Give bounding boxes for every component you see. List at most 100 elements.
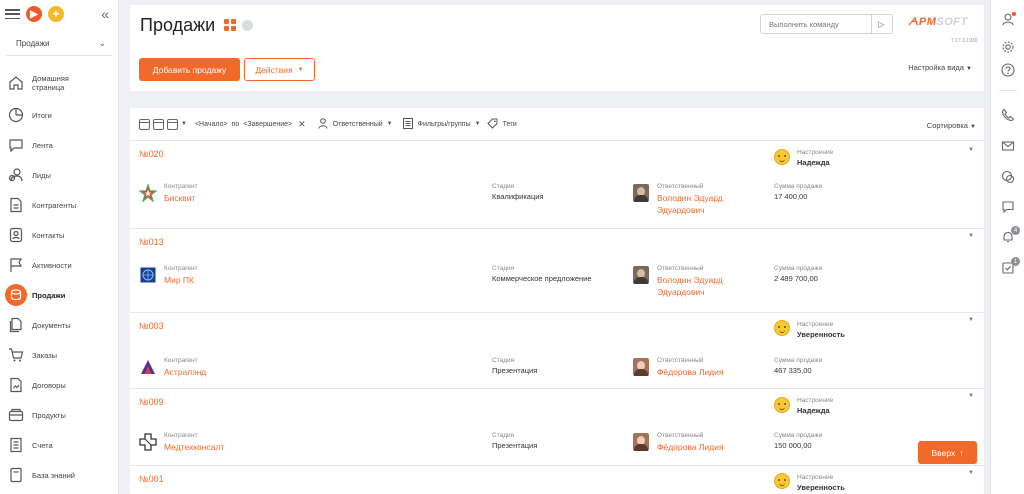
owner-label: Ответственный	[657, 432, 704, 439]
workspace-select[interactable]: Продажи ⌄	[6, 36, 112, 56]
accounts-icon	[8, 197, 24, 213]
expand-caret-icon[interactable]: ▼	[968, 233, 974, 239]
opportunity-number[interactable]: №013	[139, 237, 164, 247]
sidebar-item-documents[interactable]: Документы	[0, 310, 118, 340]
calendar-month-icon[interactable]	[167, 118, 178, 130]
caret-down-icon[interactable]: ▼	[475, 121, 481, 127]
actions-button[interactable]: Действия ▼	[244, 58, 315, 81]
sidebar-item-contracts[interactable]: Договоры	[0, 370, 118, 400]
list-item[interactable]: №020 ▼ Настроение Надежда Контрагент Бис…	[130, 141, 984, 229]
run-command-icon[interactable]: ▷	[871, 15, 891, 33]
profile-button[interactable]	[991, 12, 1024, 26]
expand-caret-icon[interactable]: ▼	[968, 147, 974, 153]
sidebar-item-sales[interactable]: Продажи	[0, 280, 118, 310]
account-link[interactable]: Медтехконсалт	[164, 441, 224, 453]
documents-icon	[8, 317, 24, 333]
opportunity-number[interactable]: №001	[139, 474, 164, 484]
filters-groups-button[interactable]: Фильтры/группы	[418, 121, 471, 128]
expand-caret-icon[interactable]: ▼	[968, 470, 974, 476]
clear-period-icon[interactable]: ✕	[298, 119, 306, 130]
add-plus-icon[interactable]: +	[48, 6, 64, 22]
owner-link[interactable]: Володин Эдуард	[657, 274, 723, 286]
sidebar-item-label: Домашняя страница	[32, 74, 69, 92]
page-title: Продажи	[140, 15, 216, 35]
sidebar-item-contacts[interactable]: Контакты	[0, 220, 118, 250]
home-icon	[8, 75, 24, 91]
list-item[interactable]: №001 ▼ Настроение Уверенность	[130, 466, 984, 494]
period-end[interactable]: <Завершение>	[243, 121, 292, 128]
analytics-view-icon[interactable]	[242, 19, 253, 31]
owner-column: Ответственный Фёдорова Лидия	[657, 432, 723, 453]
sidebar-item-orders[interactable]: Заказы	[0, 340, 118, 370]
account-link[interactable]: Мир ПК	[164, 274, 198, 286]
account-link[interactable]: Астралэнд	[164, 366, 206, 378]
phone-button[interactable]	[991, 108, 1024, 122]
caret-down-icon: ▼	[297, 66, 304, 73]
opportunity-number[interactable]: №003	[139, 321, 164, 331]
period-start[interactable]: <Начало>	[195, 121, 228, 128]
caret-down-icon[interactable]: ▼	[181, 121, 187, 127]
sidebar-item-accounts[interactable]: Контрагенты	[0, 190, 118, 220]
scroll-up-label: Вверх	[931, 447, 956, 458]
expand-caret-icon[interactable]: ▼	[968, 393, 974, 399]
amount-column: Сумма продажи 467 335,00	[774, 357, 822, 375]
tags-button[interactable]: Теги	[503, 121, 517, 128]
mood-smile-icon	[774, 149, 790, 165]
owner-link-line2[interactable]: Эдуардович	[657, 286, 723, 298]
stage-label: Стадия	[492, 183, 515, 190]
process-play-icon[interactable]: ▶	[26, 6, 42, 22]
calendar-week-icon[interactable]	[153, 118, 164, 130]
command-input[interactable]	[761, 19, 871, 29]
sidebar-item-products[interactable]: Продукты	[0, 400, 118, 430]
system-settings-button[interactable]	[991, 40, 1024, 54]
list-item[interactable]: №003 ▼ Настроение Уверенность Контрагент…	[130, 313, 984, 389]
sidebar-item-leads[interactable]: Лиды	[0, 160, 118, 190]
caret-down-icon[interactable]: ▼	[387, 121, 393, 127]
owner-avatar	[633, 184, 649, 202]
email-button[interactable]	[991, 139, 1024, 153]
opportunity-number[interactable]: №020	[139, 149, 164, 159]
notifications-button[interactable]: 4	[991, 226, 1024, 244]
menu-icon[interactable]	[5, 9, 20, 19]
owner-link[interactable]: Фёдорова Лидия	[657, 366, 723, 378]
grid-view-icon[interactable]	[224, 19, 236, 31]
filter-list-icon	[402, 117, 413, 131]
expand-caret-icon[interactable]: ▼	[968, 317, 974, 323]
owner-filter[interactable]: Ответственный	[333, 121, 383, 128]
mood-value: Уверенность	[797, 483, 845, 492]
owner-link[interactable]: Фёдорова Лидия	[657, 441, 723, 453]
owner-link-line2[interactable]: Эдуардович	[657, 204, 723, 216]
sidebar-item-invoices[interactable]: Счета	[0, 430, 118, 460]
sidebar-item-knowledge-base[interactable]: База знаний	[0, 460, 118, 490]
add-sale-button[interactable]: Добавить продажу	[139, 58, 240, 81]
feed-button[interactable]	[991, 170, 1024, 184]
account-logo-icon	[139, 433, 157, 451]
sidebar-item-label: База знаний	[32, 470, 75, 480]
view-settings-label: Настройка вида	[908, 63, 964, 72]
sidebar-item-activities[interactable]: Активности	[0, 250, 118, 280]
scroll-up-button[interactable]: Вверх ↑	[918, 441, 977, 464]
sales-icon	[5, 284, 27, 306]
chevron-down-icon: ⌄	[98, 38, 106, 48]
mood-label: Настроение	[797, 474, 834, 481]
command-line[interactable]: ▷	[760, 14, 893, 34]
stage-label: Стадия	[492, 357, 515, 364]
account-link[interactable]: Бисквит	[164, 192, 198, 204]
view-settings-button[interactable]: Настройка вида ▼	[908, 63, 972, 72]
chat-button[interactable]	[991, 200, 1024, 214]
owner-link[interactable]: Володин Эдуард	[657, 192, 723, 204]
sidebar-item-feed[interactable]: Лента	[0, 130, 118, 160]
list-item[interactable]: №009 ▼ Настроение Надежда Контрагент Мед…	[130, 389, 984, 466]
person-icon	[318, 117, 328, 131]
tasks-button[interactable]: 1	[991, 257, 1024, 275]
sidebar-item-dashboards[interactable]: Итоги	[0, 100, 118, 130]
calendar-day-icon[interactable]	[139, 118, 150, 130]
collapse-sidebar-icon[interactable]: «	[101, 6, 109, 22]
chat-icon	[1002, 201, 1014, 214]
sorting-button[interactable]: Сортировка ▼	[927, 121, 976, 130]
help-button[interactable]	[991, 63, 1024, 77]
help-icon	[1001, 63, 1015, 77]
opportunity-number[interactable]: №009	[139, 397, 164, 407]
sidebar-item-home[interactable]: Домашняя страница	[0, 66, 118, 100]
list-item[interactable]: №013 ▼ Контрагент Мир ПК Стадия Коммерче…	[130, 229, 984, 313]
